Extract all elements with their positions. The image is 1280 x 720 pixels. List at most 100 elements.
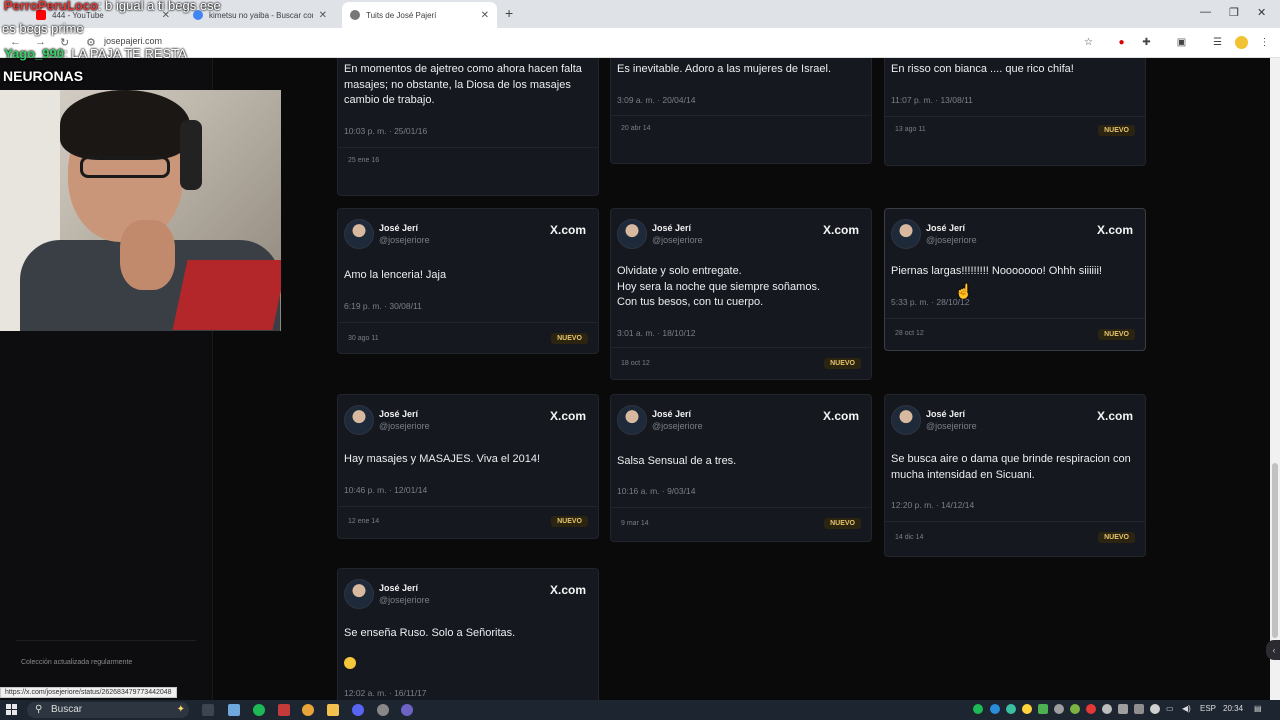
divider	[338, 506, 598, 507]
site-info-icon[interactable]: ⚙	[86, 36, 96, 49]
widget-icon[interactable]	[228, 704, 240, 716]
tab-active[interactable]: Tuits de José Pajerí ✕	[342, 2, 497, 28]
new-badge: NUEVO	[551, 516, 588, 527]
tweet-card[interactable]: José Jerí @josejeriore X.com Se enseña R…	[337, 568, 599, 700]
divider	[611, 115, 871, 116]
tweet-author-name: José Jerí	[652, 409, 692, 419]
back-icon[interactable]: ←	[10, 36, 21, 48]
avatar	[617, 219, 647, 249]
chevron-left-icon[interactable]: ‹	[1266, 640, 1280, 660]
url-field[interactable]: josepajeri.com	[104, 36, 162, 46]
menu-list-icon[interactable]: ☰	[1211, 36, 1224, 49]
tweet-author-name: José Jerí	[652, 223, 692, 233]
tweet-card[interactable]: José Jerí @josejeriore X.com Se busca ai…	[884, 394, 1146, 557]
minimize-button[interactable]: —	[1200, 6, 1211, 18]
divider	[611, 347, 871, 348]
tweet-date: 25 ene 16	[348, 157, 380, 164]
extension-icon[interactable]: ●	[1115, 36, 1128, 49]
profile-avatar[interactable]	[1235, 36, 1248, 49]
hand-cursor-icon: ☝	[955, 283, 973, 299]
app-icon[interactable]	[401, 704, 413, 716]
tweet-card[interactable]: José Jerí @josejeriore X.com Hay masajes…	[337, 394, 599, 539]
discord-icon[interactable]	[352, 704, 364, 716]
tweet-text: Salsa Sensual de a tres.	[617, 455, 737, 467]
tray-icon[interactable]	[1006, 704, 1016, 714]
tweet-author-handle: @josejeriore	[652, 235, 703, 245]
webcam-glasses	[80, 156, 170, 178]
network-icon[interactable]: ▭	[1166, 704, 1174, 713]
tray-icon[interactable]	[1134, 704, 1144, 714]
app-icon[interactable]	[278, 704, 290, 716]
windows-taskbar: ⚲ Buscar ✦ ▭ ◀) ESP 20:34 ▤	[0, 700, 1280, 720]
more-menu-icon[interactable]: ⋮	[1258, 36, 1271, 49]
tray-icon[interactable]	[990, 704, 1000, 714]
clock[interactable]: 20:34	[1223, 704, 1243, 713]
tray-icon[interactable]	[1086, 704, 1096, 714]
sidebar-footer: Colección actualizada regularmente	[21, 659, 133, 666]
chrome-icon[interactable]	[302, 704, 314, 716]
spotify-icon[interactable]	[253, 704, 265, 716]
youtube-icon	[36, 10, 46, 20]
tab-youtube[interactable]: 444 - YouTube ✕	[28, 2, 178, 28]
close-window-button[interactable]: ✕	[1257, 6, 1266, 19]
taskbar-search[interactable]: ⚲ Buscar ✦	[27, 702, 189, 718]
tweet-author-name: José Jerí	[926, 409, 966, 419]
x-logo: X.com	[1096, 409, 1133, 423]
tab-title: 444 - YouTube	[52, 10, 104, 20]
tray-icon[interactable]	[1054, 704, 1064, 714]
close-icon[interactable]: ✕	[481, 10, 489, 21]
tweet-text: Olvidate y solo entregate. Hoy sera la n…	[617, 265, 820, 308]
tweet-author-name: José Jerí	[926, 223, 966, 233]
new-tab-button[interactable]: +	[505, 5, 513, 21]
language-indicator[interactable]: ESP	[1200, 704, 1216, 713]
tweet-card[interactable]: José Jerí @josejeriore X.com Olvidate y …	[610, 208, 872, 380]
folder-icon[interactable]	[327, 704, 339, 716]
tweet-text: Hay masajes y MASAJES. Viva el 2014!	[344, 453, 541, 465]
new-badge: NUEVO	[824, 358, 861, 369]
close-icon[interactable]: ✕	[162, 10, 170, 21]
tweet-date: 9 mar 14	[621, 520, 649, 527]
maximize-button[interactable]: ❐	[1229, 6, 1239, 19]
tray-icon[interactable]	[1118, 704, 1128, 714]
status-url-tooltip: https://x.com/josejeriore/status/2626834…	[0, 687, 177, 698]
tweet-card[interactable]: José Jerí @josejeriore X.com Salsa Sensu…	[610, 394, 872, 542]
divider	[338, 147, 598, 148]
obs-icon[interactable]	[377, 704, 389, 716]
tray-icon[interactable]	[1070, 704, 1080, 714]
puzzle-icon[interactable]: ✚	[1140, 36, 1153, 49]
webcam-person-hair	[60, 90, 190, 160]
new-badge: NUEVO	[1098, 532, 1135, 543]
avatar	[617, 405, 647, 435]
tweet-card[interactable]: En risso con bianca .... que rico chifa!…	[884, 58, 1146, 166]
spotify-tray-icon[interactable]	[973, 704, 983, 714]
tweet-time: 10:16 a. m. · 9/03/14	[617, 486, 696, 496]
notification-icon[interactable]: ▤	[1254, 704, 1262, 713]
tab-google[interactable]: kimetsu no yaiba - Buscar con G ✕	[185, 2, 335, 28]
scrollbar[interactable]	[1270, 58, 1280, 700]
task-view-icon[interactable]	[202, 704, 214, 716]
tweet-card[interactable]: José Jerí @josejeriore X.com Amo la lenc…	[337, 208, 599, 354]
windows-start-icon[interactable]	[6, 704, 17, 715]
bookmark-star-icon[interactable]: ☆	[1082, 36, 1095, 49]
reload-icon[interactable]: ↻	[60, 36, 69, 49]
volume-icon[interactable]: ◀)	[1182, 704, 1191, 713]
scrollbar-thumb[interactable]	[1272, 463, 1278, 638]
tweet-date: 12 ene 14	[348, 518, 380, 525]
tweet-card[interactable]: José Jerí @josejeriore X.com Piernas lar…	[884, 208, 1146, 351]
tray-icon[interactable]	[1102, 704, 1112, 714]
tweet-author-handle: @josejeriore	[652, 421, 703, 431]
tray-icon[interactable]	[1022, 704, 1032, 714]
tweet-card[interactable]: Es inevitable. Adoro a las mujeres de Is…	[610, 58, 872, 164]
tweet-author-name: José Jerí	[379, 583, 419, 593]
copilot-icon: ✦	[176, 704, 185, 715]
tweet-card[interactable]: En momentos de ajetreo como ahora hacen …	[337, 58, 599, 196]
tweet-text: Piernas largas!!!!!!!!! Nooooooo! Ohhh s…	[891, 265, 1102, 277]
close-icon[interactable]: ✕	[319, 10, 327, 21]
tray-icon[interactable]	[1038, 704, 1048, 714]
new-badge: NUEVO	[1098, 329, 1135, 340]
webcam-headset	[180, 120, 202, 190]
microphone-icon[interactable]	[1150, 704, 1160, 714]
tweet-date: 13 ago 11	[895, 126, 926, 133]
forward-icon[interactable]: →	[35, 36, 46, 48]
media-icon[interactable]: ▣	[1175, 36, 1188, 49]
